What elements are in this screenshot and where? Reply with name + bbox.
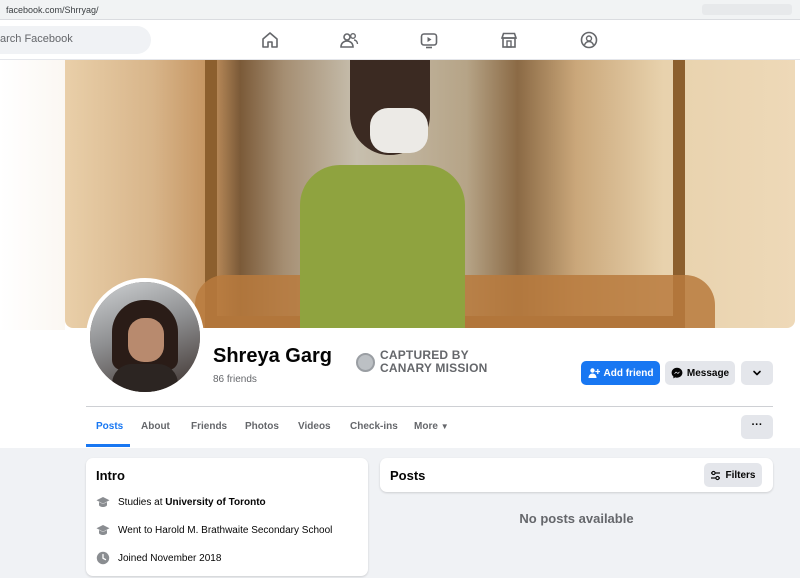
tab-posts[interactable]: Posts xyxy=(96,421,123,432)
messenger-icon xyxy=(671,367,683,379)
intro-card: Intro Studies at University of Toronto W… xyxy=(86,458,368,576)
header-divider xyxy=(86,406,773,407)
browser-toolbar-blurred xyxy=(702,4,792,15)
more-options-button[interactable] xyxy=(741,361,773,385)
canary-mission-watermark: CAPTURED BY CANARY MISSION xyxy=(380,349,487,375)
profile-avatar[interactable] xyxy=(86,278,204,396)
cover-figure-mask xyxy=(370,108,428,153)
friends-count[interactable]: 86 friends xyxy=(213,374,257,385)
search-placeholder: arch Facebook xyxy=(0,33,73,45)
watch-icon[interactable] xyxy=(419,30,439,50)
clock-icon xyxy=(96,551,110,565)
tabs-overflow-button[interactable]: ··· xyxy=(741,415,773,439)
posts-title: Posts xyxy=(390,468,426,483)
filters-button[interactable]: Filters xyxy=(704,463,762,487)
add-friend-label: Add friend xyxy=(603,367,654,379)
tab-more[interactable]: More ▼ xyxy=(414,421,449,432)
active-tab-indicator xyxy=(86,444,130,447)
url-text[interactable]: facebook.com/Shrryag/ xyxy=(6,5,99,15)
tab-photos[interactable]: Photos xyxy=(245,421,279,432)
chevron-down-icon xyxy=(753,370,761,376)
filters-label: Filters xyxy=(725,469,756,481)
caret-down-icon: ▼ xyxy=(440,422,449,431)
tab-friends[interactable]: Friends xyxy=(191,421,227,432)
intro-joined-text: Joined November 2018 xyxy=(118,552,222,564)
browser-address-bar[interactable]: facebook.com/Shrryag/ xyxy=(0,0,800,20)
tab-more-label: More xyxy=(414,421,438,432)
avatar-face xyxy=(128,318,164,362)
intro-went-to: Went to Harold M. Brathwaite Secondary S… xyxy=(96,522,332,538)
add-friend-button[interactable]: Add friend xyxy=(581,361,660,385)
graduation-cap-icon xyxy=(96,525,110,535)
intro-went-to-text: Went to Harold M. Brathwaite Secondary S… xyxy=(118,524,333,536)
tab-check-ins[interactable]: Check-ins xyxy=(350,421,398,432)
groups-icon[interactable] xyxy=(579,30,599,50)
ellipsis-icon: ··· xyxy=(751,419,763,431)
intro-title: Intro xyxy=(96,468,125,483)
marketplace-icon[interactable] xyxy=(499,30,519,50)
message-label: Message xyxy=(686,367,730,379)
avatar-clothing xyxy=(112,364,178,392)
tab-about[interactable]: About xyxy=(141,421,170,432)
watermark-line-2: CANARY MISSION xyxy=(380,361,488,375)
profile-name: Shreya Garg xyxy=(213,345,332,367)
top-navigation: arch Facebook xyxy=(0,20,800,60)
intro-studies: Studies at University of Toronto xyxy=(96,494,266,510)
cover-margin xyxy=(0,60,65,330)
no-posts-message: No posts available xyxy=(519,511,634,526)
canary-mission-logo-icon xyxy=(356,353,375,372)
intro-study-school[interactable]: University of Toronto xyxy=(165,497,265,508)
cover-figure-body xyxy=(300,165,465,328)
message-button[interactable]: Message xyxy=(665,361,735,385)
home-icon[interactable] xyxy=(260,30,280,50)
sliders-icon xyxy=(711,470,721,480)
graduation-cap-icon xyxy=(96,497,110,507)
friends-icon[interactable] xyxy=(339,30,359,50)
intro-joined: Joined November 2018 xyxy=(96,550,221,566)
posts-header-card: Posts Filters xyxy=(380,458,773,492)
search-input[interactable]: arch Facebook xyxy=(0,26,151,54)
intro-study-prefix: Studies at xyxy=(118,496,166,508)
add-person-icon xyxy=(588,368,600,378)
tab-videos[interactable]: Videos xyxy=(298,421,331,432)
